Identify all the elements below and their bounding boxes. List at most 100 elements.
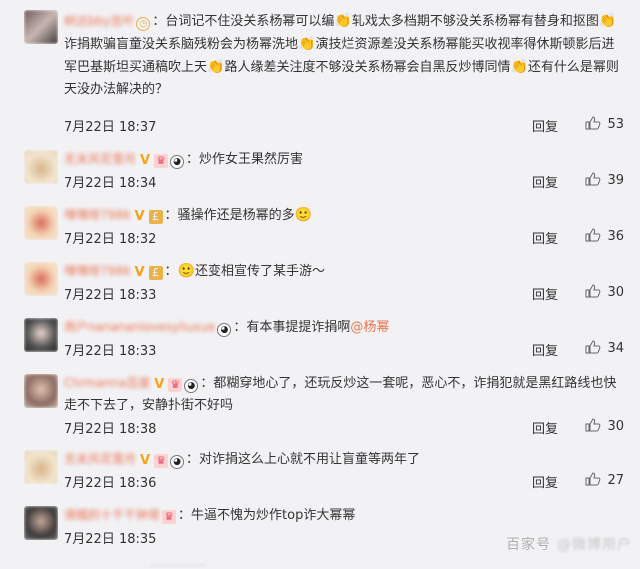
reply-button[interactable]: 回复 xyxy=(532,418,558,437)
panda-badge-icon: ◕ xyxy=(170,155,185,169)
avatar[interactable] xyxy=(24,150,58,184)
avatar[interactable] xyxy=(24,10,58,44)
like-button[interactable]: 53 xyxy=(585,116,624,132)
comment-item: 树达bby吉叶 ◷ ：台词记不住没关系杨幂可以编👏轧戏太多档期不够没关系杨幂有替身和… xyxy=(6,0,638,143)
member-badge-icon: ♛ xyxy=(162,510,177,524)
comment-item: 无关风花雪月 V ♛ ◕ ：炒作女王果然厉害 7月22日 18:34 回复 39 xyxy=(6,142,638,199)
like-button[interactable]: 30 xyxy=(585,418,624,434)
username[interactable]: Chrmanna百度 xyxy=(64,372,150,394)
reply-button[interactable]: 回复 xyxy=(532,116,558,135)
smile-emoji-icon: 🙂 xyxy=(294,207,313,223)
username[interactable]: 嘿嘿呀7986 xyxy=(64,204,131,226)
comment-text: 有本事提提诈捐啊 xyxy=(246,320,351,335)
avatar[interactable] xyxy=(24,262,58,296)
timestamp: 7月22日 18:35 xyxy=(64,532,157,547)
reply-button[interactable]: 回复 xyxy=(532,284,558,303)
username[interactable]: 树达bby吉叶 xyxy=(64,10,134,32)
like-button[interactable]: 36 xyxy=(585,228,624,244)
like-count: 30 xyxy=(607,285,624,300)
clock-badge-icon: ◷ xyxy=(136,17,151,31)
username[interactable]: 滑稽的十千千钟哥 xyxy=(64,504,160,526)
like-count: 30 xyxy=(607,419,624,434)
level-badge-icon: £ xyxy=(148,210,163,224)
member-badge-icon: ♛ xyxy=(154,454,169,468)
verified-v-icon: V xyxy=(139,153,151,168)
verified-v-icon: V xyxy=(134,209,145,224)
like-button[interactable]: 30 xyxy=(585,284,624,300)
timestamp: 7月22日 18:32 xyxy=(64,232,157,247)
clap-icon: 👏 xyxy=(598,13,617,29)
panda-badge-icon: ◕ xyxy=(170,455,185,469)
verified-v-icon: V xyxy=(139,453,151,468)
avatar[interactable] xyxy=(24,318,58,352)
reply-button[interactable]: 回复 xyxy=(532,172,558,191)
thumbs-up-icon xyxy=(585,172,601,186)
comment-text: 台词记不住没关系杨幂可以编 xyxy=(165,14,335,29)
comment-list: 树达bby吉叶 ◷ ：台词记不住没关系杨幂可以编👏轧戏太多档期不够没关系杨幂有替身和… xyxy=(0,0,640,562)
like-count: 34 xyxy=(607,341,624,356)
panda-badge-icon: ◕ xyxy=(184,379,199,393)
reply-button[interactable]: 回复 xyxy=(532,472,558,491)
comment-text: 还变相宣传了某手游～ xyxy=(195,264,326,279)
thumbs-up-icon xyxy=(585,284,601,298)
clap-icon: 👏 xyxy=(510,59,528,75)
timestamp: 7月22日 18:36 xyxy=(64,476,157,491)
mention-link[interactable]: @杨幂 xyxy=(350,320,389,335)
comment-meta: 7月22日 18:37 回复 53 xyxy=(64,116,624,135)
clap-icon: 👏 xyxy=(334,13,352,29)
comment-meta: 7月22日 18:36 回复 27 xyxy=(64,472,624,491)
thumbs-up-icon xyxy=(585,418,601,432)
timestamp: 7月22日 18:33 xyxy=(64,288,157,303)
like-button[interactable]: 34 xyxy=(585,340,624,356)
username[interactable]: 用户nanananlovesyliuxue xyxy=(64,316,215,338)
comment-text: 骚操作还是杨幂的多 xyxy=(177,208,295,223)
comment-item: 嘿嘿呀7986 V £ ：🙂还变相宣传了某手游～ 7月22日 18:33 回复 30 xyxy=(6,254,638,311)
timestamp: 7月22日 18:38 xyxy=(64,422,157,437)
avatar[interactable] xyxy=(24,506,58,540)
comment-item: Chrmanna百度 V ♛ ◕ ：都糊穿地心了，还玩反炒这一套呢，恶心不，诈捐犯就是黑… xyxy=(6,366,638,443)
comment-body: Chrmanna百度 V ♛ ◕ ：都糊穿地心了，还玩反炒这一套呢，恶心不，诈捐犯就是黑… xyxy=(64,372,624,417)
verified-v-icon: V xyxy=(134,265,145,280)
comment-body: 用户nanananlovesyliuxue ◕ ：有本事提提诈捐啊@杨幂 xyxy=(64,316,624,339)
comment-meta: 7月22日 18:33 回复 34 xyxy=(64,340,624,359)
comment-body: 滑稽的十千千钟哥 ♛ ：牛逼不愧为炒作top诈大幂幂 xyxy=(64,504,624,527)
clap-icon: 👏 xyxy=(298,36,316,52)
member-badge-icon: ♛ xyxy=(168,378,183,392)
comment-text: 路人缘差关注度不够没关系杨幂会自黑反炒博同情 xyxy=(224,60,511,75)
level-badge-icon: £ xyxy=(148,266,163,280)
like-count: 53 xyxy=(607,117,624,132)
comment-text: 牛逼不愧为炒作top诈大幂幂 xyxy=(191,508,356,523)
verified-v-icon: V xyxy=(154,377,165,392)
username[interactable]: 嘿嘿呀7986 xyxy=(64,260,131,282)
like-count: 36 xyxy=(607,229,624,244)
comment-body: 无关风花雪月 V ♛ ◕ ：炒作女王果然厉害 xyxy=(64,148,624,171)
comment-text: 炒作女王果然厉害 xyxy=(199,152,304,167)
member-badge-icon: ♛ xyxy=(154,154,169,168)
avatar[interactable] xyxy=(24,206,58,240)
comment-item: 嘿嘿呀7986 V £ ：骚操作还是杨幂的多🙂 7月22日 18:32 回复 36 xyxy=(6,198,638,255)
username[interactable]: 无关风花雪月 xyxy=(64,448,136,470)
comment-meta: 7月22日 18:34 回复 39 xyxy=(64,172,624,191)
comment-item: 无关风花雪月 V ♛ ◕ ：对诈捐这么上心就不用让盲童等两年了 7月22日 18:36 … xyxy=(6,442,638,499)
avatar[interactable] xyxy=(24,374,58,408)
thumbs-up-icon xyxy=(585,472,601,486)
comment-item: 用户nanananlovesyliuxue ◕ ：有本事提提诈捐啊@杨幂 7月22日… xyxy=(6,310,638,367)
reply-button[interactable]: 回复 xyxy=(532,228,558,247)
username[interactable]: 无关风花雪月 xyxy=(64,148,136,170)
like-count: 27 xyxy=(607,473,624,488)
like-button[interactable]: 39 xyxy=(585,172,624,188)
watermark: 百家号 @微博用户 xyxy=(506,534,632,554)
avatar[interactable] xyxy=(24,450,58,484)
comment-text: 轧戏太多档期不够没关系杨幂有替身和抠图 xyxy=(351,14,599,29)
cropped-text: …………… xyxy=(150,556,205,569)
like-button[interactable]: 27 xyxy=(585,472,624,488)
comment-meta: 7月22日 18:38 回复 30 xyxy=(64,418,624,437)
thumbs-up-icon xyxy=(585,116,601,130)
clap-icon: 👏 xyxy=(207,59,225,75)
timestamp: 7月22日 18:34 xyxy=(64,176,157,191)
panda-badge-icon: ◕ xyxy=(217,323,232,337)
timestamp: 7月22日 18:33 xyxy=(64,344,157,359)
watermark-brand: 百家号 xyxy=(506,537,551,553)
comment-text: 诈捐欺骗盲童没关系脑残粉会为杨幂洗地 xyxy=(64,37,299,52)
reply-button[interactable]: 回复 xyxy=(532,340,558,359)
